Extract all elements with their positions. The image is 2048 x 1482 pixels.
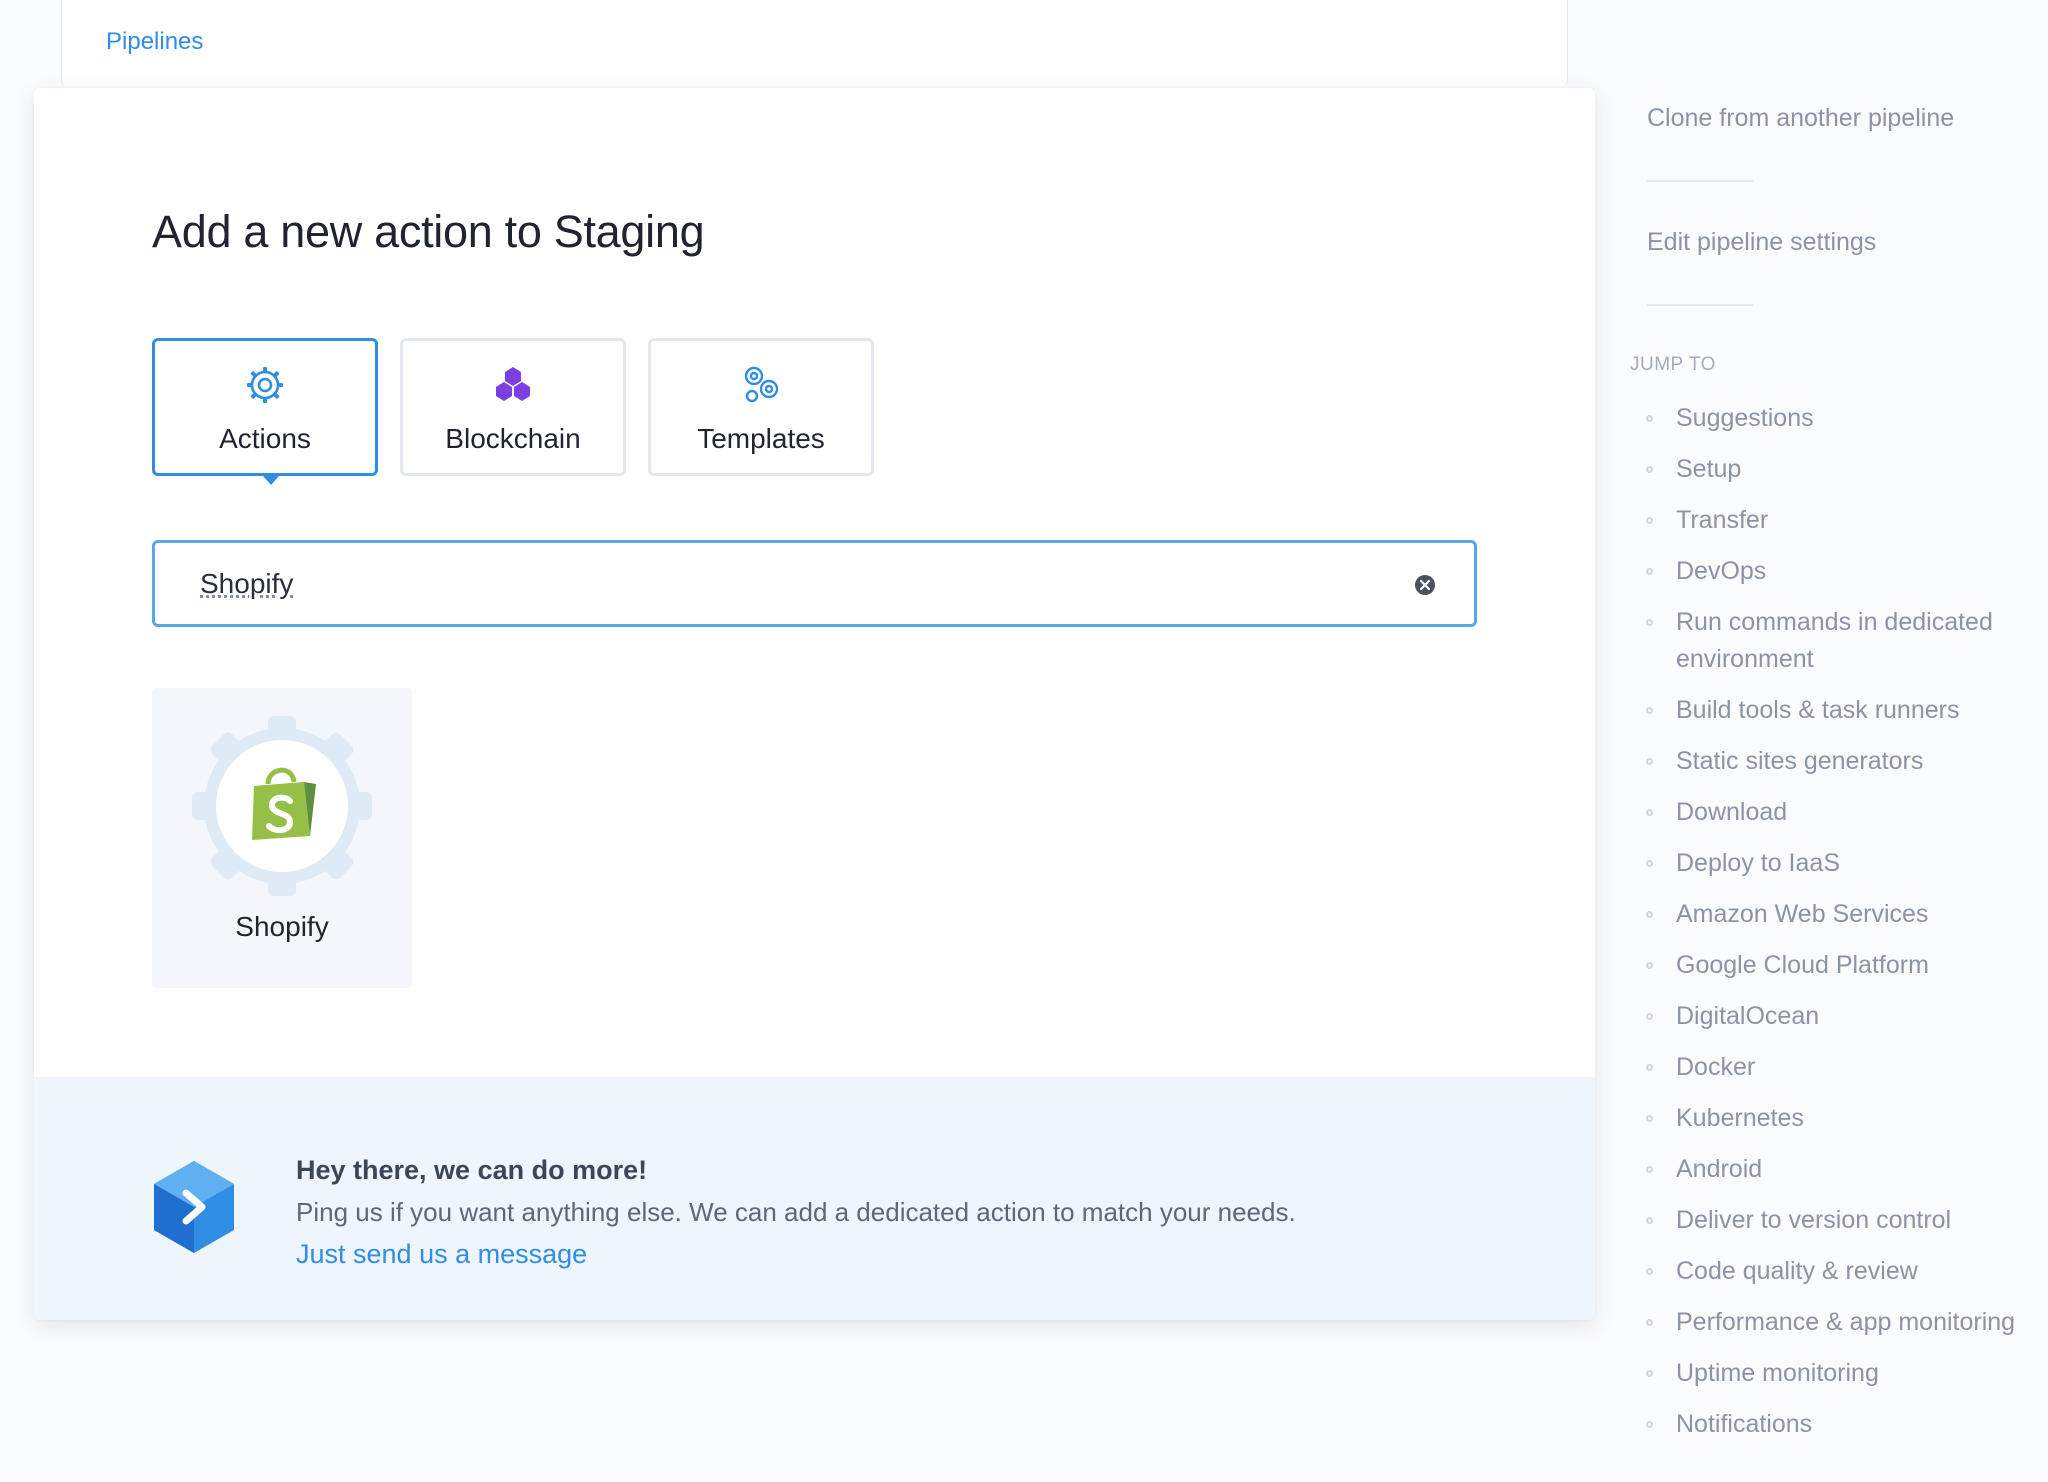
action-card-shopify[interactable]: Shopify — [152, 688, 412, 988]
clear-icon[interactable] — [1414, 574, 1436, 596]
bullet-icon — [1646, 860, 1653, 867]
promo-text: Ping us if you want anything else. We ca… — [296, 1197, 1296, 1227]
bullet-icon — [1646, 962, 1653, 969]
search-field — [152, 540, 1477, 627]
tab-label: Templates — [697, 423, 825, 454]
tab-label: Actions — [219, 423, 311, 454]
buddy-logo-icon — [150, 1159, 238, 1255]
jump-item-label: Kubernetes — [1676, 1104, 1804, 1132]
jump-item-notifications[interactable]: Notifications — [1646, 1406, 2046, 1443]
jump-item-android[interactable]: Android — [1646, 1151, 2046, 1188]
bullet-icon — [1646, 1013, 1653, 1020]
bullet-icon — [1646, 1319, 1653, 1326]
jump-item-label: Performance & app monitoring — [1676, 1308, 2016, 1336]
jump-item-setup[interactable]: Setup — [1646, 451, 2046, 488]
jump-item-label: Setup — [1676, 455, 1742, 483]
shopify-icon — [192, 716, 372, 896]
jump-item-performance[interactable]: Performance & app monitoring — [1646, 1304, 2046, 1341]
jump-to-list: Suggestions Setup Transfer DevOps Run co… — [1646, 400, 2046, 1457]
edit-pipeline-settings-link[interactable]: Edit pipeline settings — [1647, 228, 1876, 257]
jump-item-aws[interactable]: Amazon Web Services — [1646, 896, 2046, 933]
gear-icon — [155, 363, 375, 407]
jump-item-docker[interactable]: Docker — [1646, 1049, 2046, 1086]
bullet-icon — [1646, 568, 1653, 575]
divider — [1647, 180, 1753, 182]
tab-blockchain[interactable]: Blockchain — [400, 338, 626, 476]
bullet-icon — [1646, 707, 1653, 714]
bullet-icon — [1646, 1268, 1653, 1275]
jump-item-transfer[interactable]: Transfer — [1646, 502, 2046, 539]
bullet-icon — [1646, 1115, 1653, 1122]
bullet-icon — [1646, 517, 1653, 524]
jump-item-suggestions[interactable]: Suggestions — [1646, 400, 2046, 437]
jump-item-label: Download — [1676, 798, 1788, 826]
jump-item-kubernetes[interactable]: Kubernetes — [1646, 1100, 2046, 1137]
templates-icon — [651, 363, 871, 407]
add-action-modal: Add a new action to Staging Actions Bloc… — [34, 88, 1595, 1320]
jump-item-devops[interactable]: DevOps — [1646, 553, 2046, 590]
top-bar — [61, 0, 1568, 86]
page-title: Add a new action to Staging — [152, 206, 705, 257]
jump-item-version-control[interactable]: Deliver to version control — [1646, 1202, 2046, 1239]
tab-templates[interactable]: Templates — [648, 338, 874, 476]
jump-item-gcp[interactable]: Google Cloud Platform — [1646, 947, 2046, 984]
bullet-icon — [1646, 1421, 1653, 1428]
bullet-icon — [1646, 1370, 1653, 1377]
jump-item-label: Uptime monitoring — [1676, 1359, 1879, 1387]
bullet-icon — [1646, 619, 1653, 626]
jump-item-deploy-iaas[interactable]: Deploy to IaaS — [1646, 845, 2046, 882]
jump-item-static-sites[interactable]: Static sites generators — [1646, 743, 2046, 780]
bullet-icon — [1646, 1166, 1653, 1173]
jump-item-run-commands[interactable]: Run commands in dedicated environment — [1646, 604, 2046, 678]
search-input[interactable] — [200, 563, 1360, 605]
blockchain-icon — [403, 363, 623, 407]
jump-item-label: Build tools & task runners — [1676, 696, 1960, 724]
tab-actions[interactable]: Actions — [152, 338, 378, 485]
clone-pipeline-link[interactable]: Clone from another pipeline — [1647, 104, 1954, 133]
bullet-icon — [1646, 415, 1653, 422]
action-card-label: Shopify — [235, 911, 329, 942]
jump-item-label: Deliver to version control — [1676, 1206, 1952, 1234]
bullet-icon — [1646, 809, 1653, 816]
jump-item-label: Docker — [1676, 1053, 1756, 1081]
promo-title: Hey there, we can do more! — [296, 1155, 648, 1185]
tab-label: Blockchain — [445, 423, 581, 454]
jump-item-build-tools[interactable]: Build tools & task runners — [1646, 692, 2046, 729]
jump-item-label: Suggestions — [1676, 404, 1814, 432]
jump-item-label: Static sites generators — [1676, 747, 1924, 775]
promo-banner: Hey there, we can do more! Ping us if yo… — [34, 1077, 1595, 1320]
jump-item-label: DigitalOcean — [1676, 1002, 1820, 1030]
jump-item-download[interactable]: Download — [1646, 794, 2046, 831]
bullet-icon — [1646, 1217, 1653, 1224]
bullet-icon — [1646, 466, 1653, 473]
jump-item-label: Google Cloud Platform — [1676, 951, 1929, 979]
bullet-icon — [1646, 758, 1653, 765]
jump-item-digitalocean[interactable]: DigitalOcean — [1646, 998, 2046, 1035]
jump-to-heading: JUMP TO — [1630, 354, 1716, 375]
jump-item-uptime[interactable]: Uptime monitoring — [1646, 1355, 2046, 1392]
jump-item-label: Amazon Web Services — [1676, 900, 1929, 928]
send-message-link[interactable]: Just send us a message — [296, 1239, 587, 1270]
jump-item-code-quality[interactable]: Code quality & review — [1646, 1253, 2046, 1290]
jump-item-label: Code quality & review — [1676, 1257, 1918, 1285]
jump-item-label: DevOps — [1676, 557, 1767, 585]
jump-item-label: Transfer — [1676, 506, 1769, 534]
breadcrumb-pipelines[interactable]: Pipelines — [106, 28, 203, 56]
jump-item-label: Android — [1676, 1155, 1763, 1183]
bullet-icon — [1646, 1064, 1653, 1071]
jump-item-label: Run commands in dedicated environment — [1676, 608, 1993, 673]
jump-item-label: Deploy to IaaS — [1676, 849, 1840, 877]
divider — [1647, 304, 1753, 306]
bullet-icon — [1646, 911, 1653, 918]
jump-item-label: Notifications — [1676, 1410, 1813, 1438]
